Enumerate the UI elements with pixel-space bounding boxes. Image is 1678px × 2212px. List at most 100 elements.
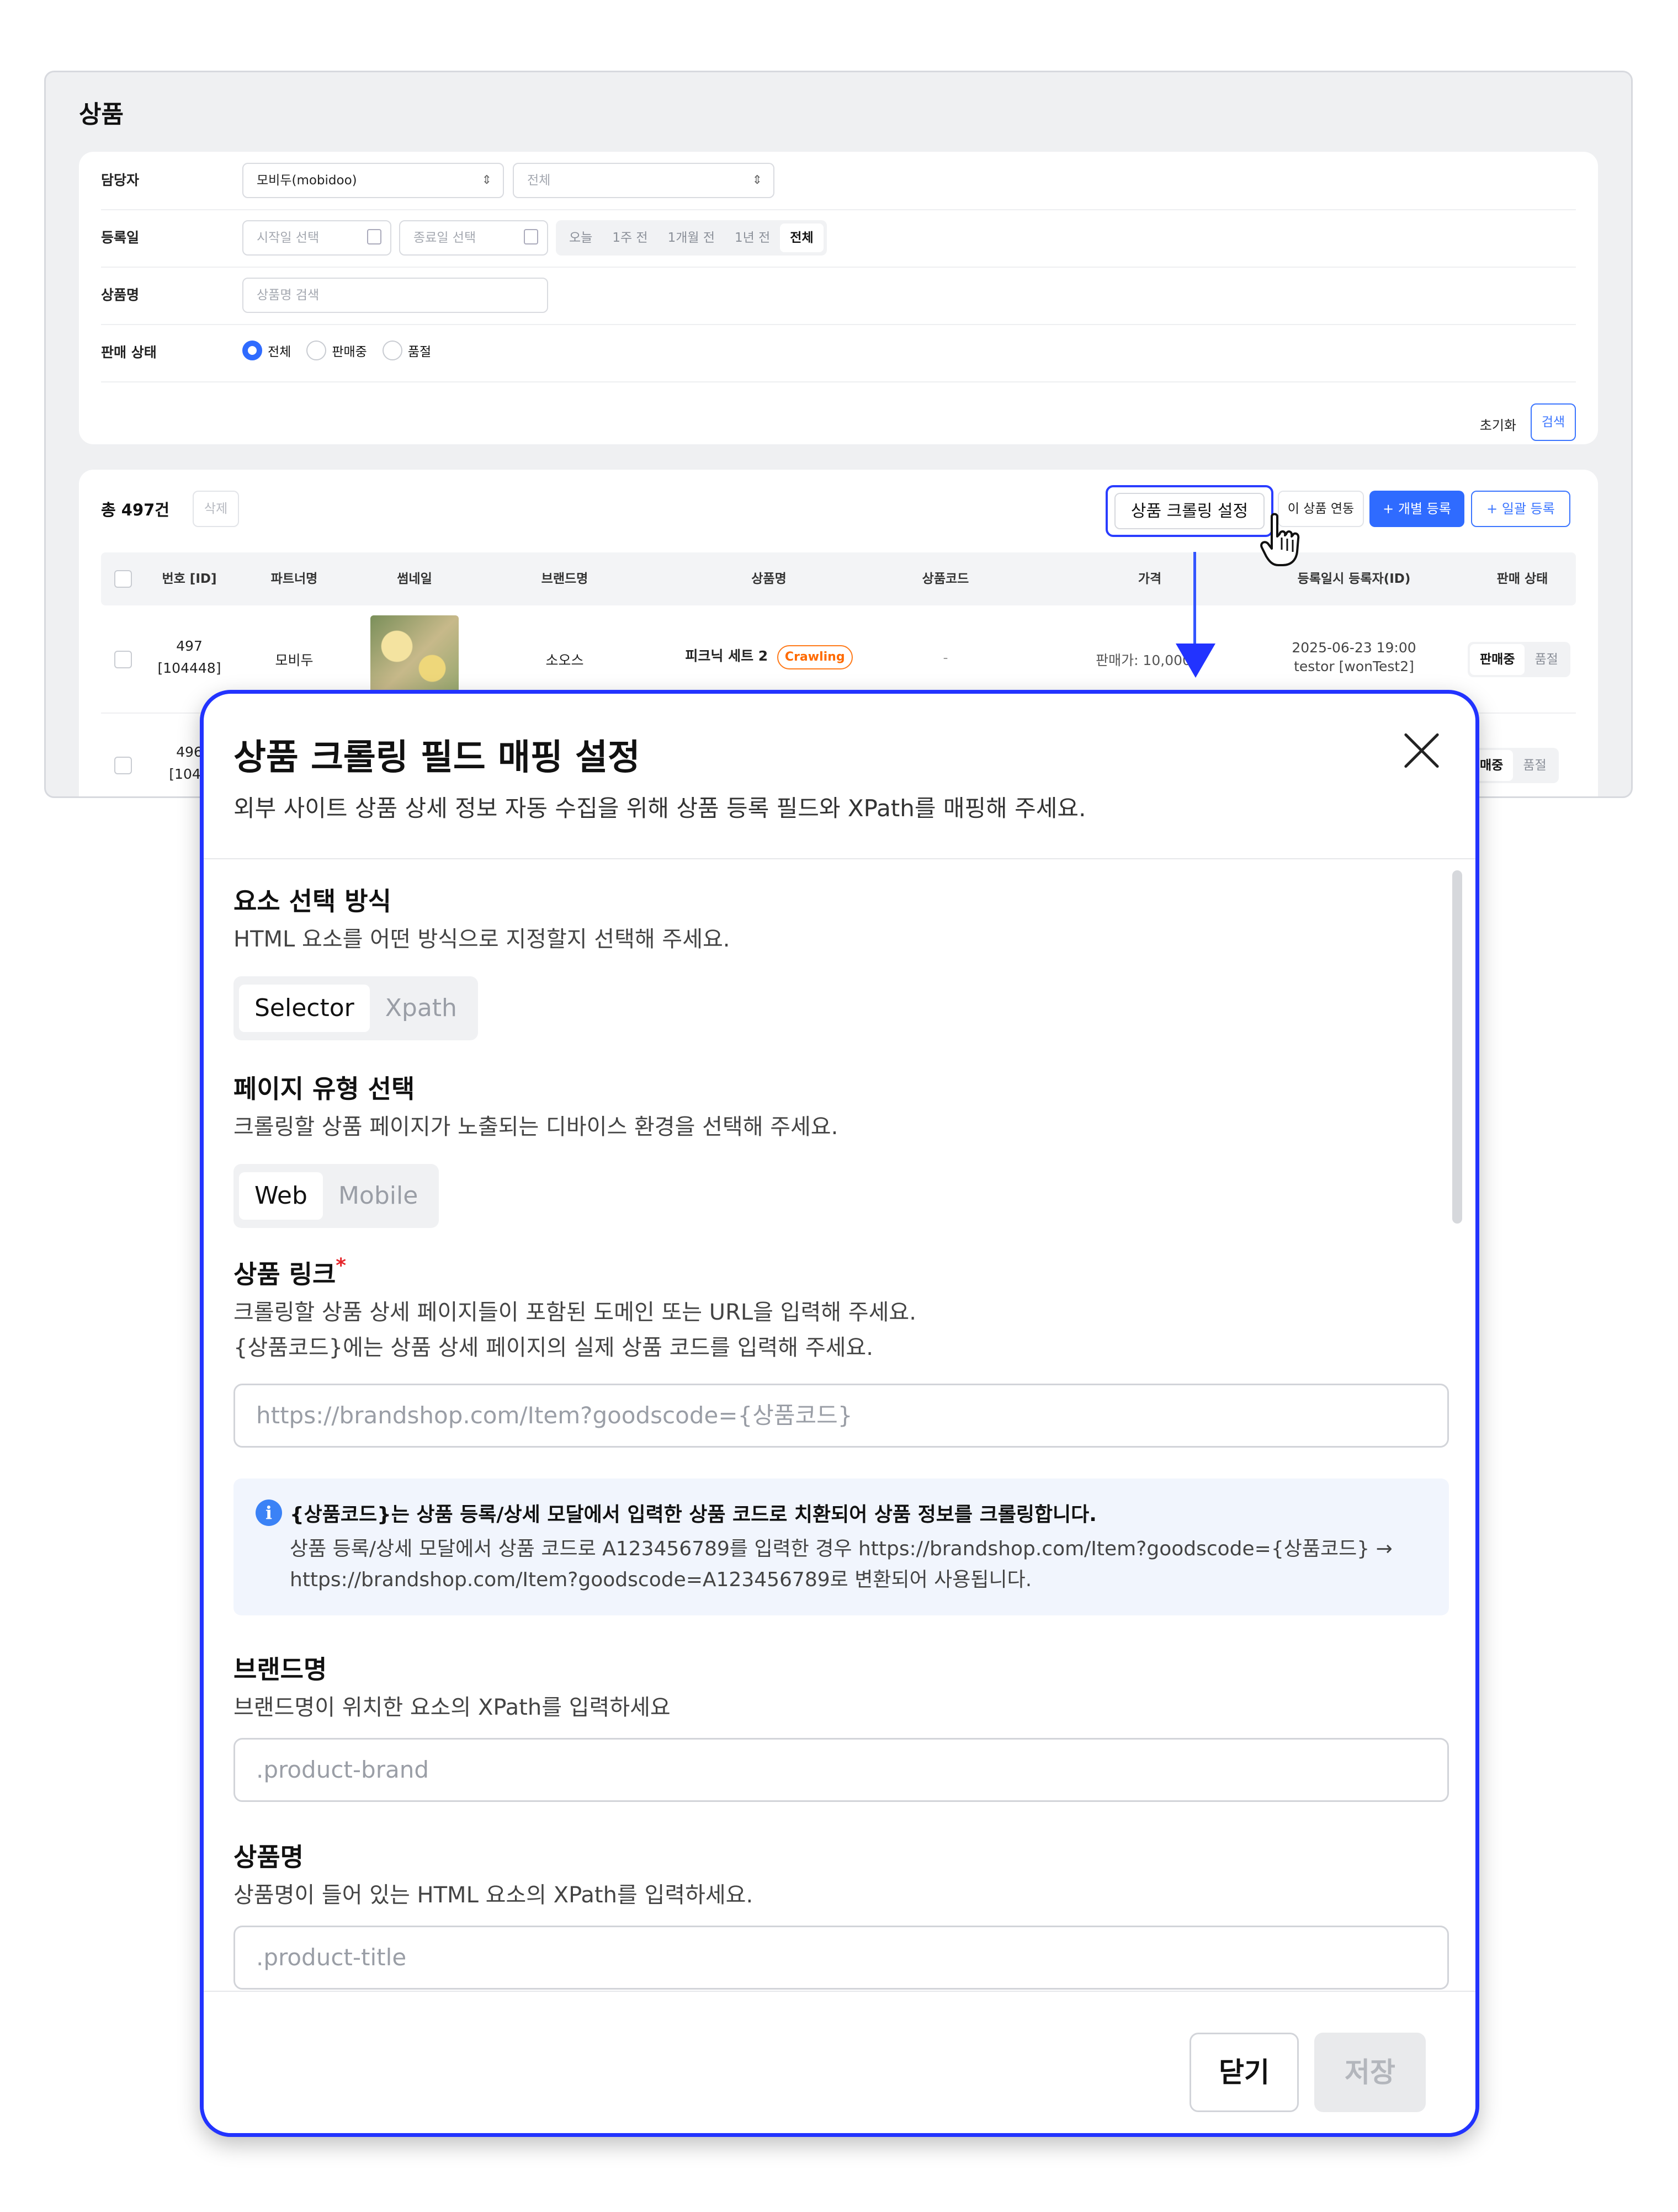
manager-label: 담당자 (101, 172, 140, 188)
status-radio-group: 전체 판매중 품절 (242, 341, 447, 360)
quick-range-1month[interactable]: 1개월 전 (658, 224, 725, 252)
row-product-name-text: 피크닉 세트 2 (685, 648, 768, 664)
modal-subtitle: 외부 사이트 상품 상세 정보 자동 수집을 위해 상품 등록 필드와 XPat… (233, 795, 1086, 822)
row-id: [104448] (157, 660, 221, 676)
product-link-title: 상품 링크* (233, 1254, 346, 1291)
row-checkbox[interactable] (114, 757, 132, 774)
status-radio-soldout[interactable] (382, 341, 402, 360)
filter-row-name: 상품명 상품명 검색 (101, 267, 1576, 325)
column-header: 가격 (1138, 572, 1162, 586)
status-radio-onsale[interactable] (306, 341, 327, 360)
product-link-input[interactable]: https://brandshop.com/Item?goodscode={상품… (233, 1384, 1449, 1448)
save-button[interactable]: 저장 (1314, 2033, 1426, 2112)
start-date-placeholder: 시작일 선택 (257, 231, 320, 245)
status-soldout-option[interactable]: 품절 (1525, 644, 1568, 675)
arrow-down-icon (1176, 644, 1215, 678)
filter-row-status: 판매 상태 전체 판매중 품절 (101, 324, 1576, 382)
column-header: 상품명 (751, 572, 787, 586)
selection-method-desc: HTML 요소를 어떤 방식으로 지정할지 선택해 주세요. (233, 927, 730, 952)
add-bulk-button[interactable]: + 일괄 등록 (1471, 491, 1570, 527)
end-date-placeholder: 종료일 선택 (413, 231, 476, 245)
status-radio-onsale-label: 판매중 (332, 345, 367, 359)
status-soldout-option[interactable]: 품절 (1513, 750, 1556, 781)
info-line-1: 상품 등록/상세 모달에서 상품 코드로 A123456789를 입력한 경우 … (290, 1538, 1393, 1560)
brand-input[interactable]: .product-brand (233, 1738, 1449, 1802)
brand-title: 브랜드명 (233, 1655, 327, 1684)
manager-select[interactable]: 모비두(mobidoo) ⇕ (242, 163, 504, 198)
quick-range-today[interactable]: 오늘 (559, 224, 602, 252)
hand-pointer-icon (1260, 513, 1300, 566)
crawl-mapping-modal: 상품 크롤링 필드 매핑 설정 외부 사이트 상품 상세 정보 자동 수집을 위… (200, 690, 1479, 2137)
filter-panel: 담당자 모비두(mobidoo) ⇕ 전체 ⇕ 등록일 시작일 선택 종료일 선… (79, 152, 1598, 444)
modal-body: 요소 선택 방식 HTML 요소를 어떤 방식으로 지정할지 선택해 주세요. … (204, 859, 1475, 1990)
product-name-input[interactable]: .product-title (233, 1926, 1449, 1990)
web-option[interactable]: Web (239, 1172, 323, 1220)
mobile-option[interactable]: Mobile (323, 1172, 433, 1220)
info-line-2: https://brandshop.com/Item?goodscode=A12… (290, 1568, 1032, 1591)
filter-row-date: 등록일 시작일 선택 종료일 선택 오늘 1주 전 1개월 전 1년 전 전체 (101, 209, 1576, 268)
modal-footer: 닫기 저장 (204, 1991, 1475, 2133)
connector-line (1193, 552, 1196, 648)
product-name-desc: 상품명이 들어 있는 HTML 요소의 XPath를 입력하세요. (233, 1883, 753, 1908)
close-button[interactable]: 닫기 (1190, 2033, 1299, 2112)
add-single-button[interactable]: + 개별 등록 (1369, 491, 1464, 527)
product-name-placeholder: 상품명 검색 (257, 288, 320, 302)
info-icon: i (256, 1500, 282, 1526)
xpath-option[interactable]: Xpath (370, 985, 472, 1032)
product-page: 상품 담당자 모비두(mobidoo) ⇕ 전체 ⇕ 등록일 시작일 선택 종료… (44, 71, 1633, 798)
page-title: 상품 (79, 100, 124, 129)
chevron-updown-icon: ⇕ (752, 173, 762, 187)
close-icon[interactable] (1401, 730, 1441, 770)
quick-range-all[interactable]: 전체 (780, 224, 824, 252)
column-header: 썸네일 (397, 572, 432, 586)
delete-button[interactable]: 삭제 (193, 491, 239, 527)
scrollbar[interactable] (1452, 870, 1462, 1224)
row-status-toggle: 판매중 품절 (1468, 642, 1570, 677)
chevron-updown-icon: ⇕ (481, 173, 492, 187)
reset-button[interactable]: 초기화 (1480, 414, 1516, 434)
status-onsale-option[interactable]: 판매중 (1470, 644, 1525, 675)
page-type-desc: 크롤링할 상품 페이지가 노출되는 디바이스 환경을 선택해 주세요. (233, 1114, 838, 1140)
row-author: testor [wonTest2] (1294, 658, 1414, 674)
product-link-title-text: 상품 링크 (233, 1259, 336, 1289)
manager-sub-select-value: 전체 (527, 173, 551, 188)
selection-method-title: 요소 선택 방식 (233, 886, 391, 916)
filter-row-manager: 담당자 모비두(mobidoo) ⇕ 전체 ⇕ (101, 152, 1576, 210)
manager-sub-select[interactable]: 전체 ⇕ (513, 163, 774, 198)
select-all-checkbox[interactable] (114, 570, 132, 588)
product-link-desc-1: 크롤링할 상품 상세 페이지들이 포함된 도메인 또는 URL을 입력해 주세요… (233, 1300, 916, 1325)
column-header: 브랜드명 (541, 572, 588, 586)
required-mark: * (336, 1254, 347, 1277)
column-header: 파트너명 (270, 572, 318, 586)
row-product-code: - (943, 650, 948, 666)
row-checkbox[interactable] (114, 651, 132, 668)
crawling-badge: Crawling (777, 645, 853, 669)
row-product-name: 피크닉 세트 2 Crawling (675, 645, 863, 669)
quick-range-1week[interactable]: 1주 전 (602, 224, 657, 252)
search-button[interactable]: 검색 (1531, 403, 1576, 441)
info-title: {상품코드}는 상품 등록/상세 모달에서 입력한 상품 코드로 치환되어 상품… (290, 1503, 1097, 1526)
selector-option[interactable]: Selector (239, 985, 370, 1032)
status-radio-soldout-label: 품절 (407, 345, 432, 359)
selection-method-toggle: Selector Xpath (233, 976, 478, 1040)
column-header: 번호 [ID] (162, 572, 217, 586)
status-radio-all[interactable] (242, 341, 262, 360)
quick-range-group: 오늘 1주 전 1개월 전 1년 전 전체 (556, 220, 827, 256)
row-brand: 소오스 (545, 652, 584, 668)
calendar-icon (367, 229, 381, 244)
calendar-icon (524, 229, 538, 244)
modal-footer-divider (204, 1991, 1475, 1992)
manager-select-value: 모비두(mobidoo) (257, 173, 357, 188)
quick-range-1year[interactable]: 1년 전 (725, 224, 780, 252)
info-box: i {상품코드}는 상품 등록/상세 모달에서 입력한 상품 코드로 치환되어 … (233, 1479, 1449, 1615)
product-name-search-input[interactable]: 상품명 검색 (242, 278, 548, 313)
column-header: 상품코드 (922, 572, 969, 586)
start-date-input[interactable]: 시작일 선택 (242, 220, 391, 256)
row-partner: 모비두 (275, 652, 314, 668)
column-header: 판매 상태 (1496, 572, 1548, 586)
end-date-input[interactable]: 종료일 선택 (399, 220, 548, 256)
crawl-settings-button-highlight: 상품 크롤링 설정 (1106, 485, 1273, 537)
page-type-title: 페이지 유형 선택 (233, 1074, 415, 1104)
crawl-settings-button[interactable]: 상품 크롤링 설정 (1114, 493, 1265, 529)
name-label: 상품명 (101, 287, 140, 303)
